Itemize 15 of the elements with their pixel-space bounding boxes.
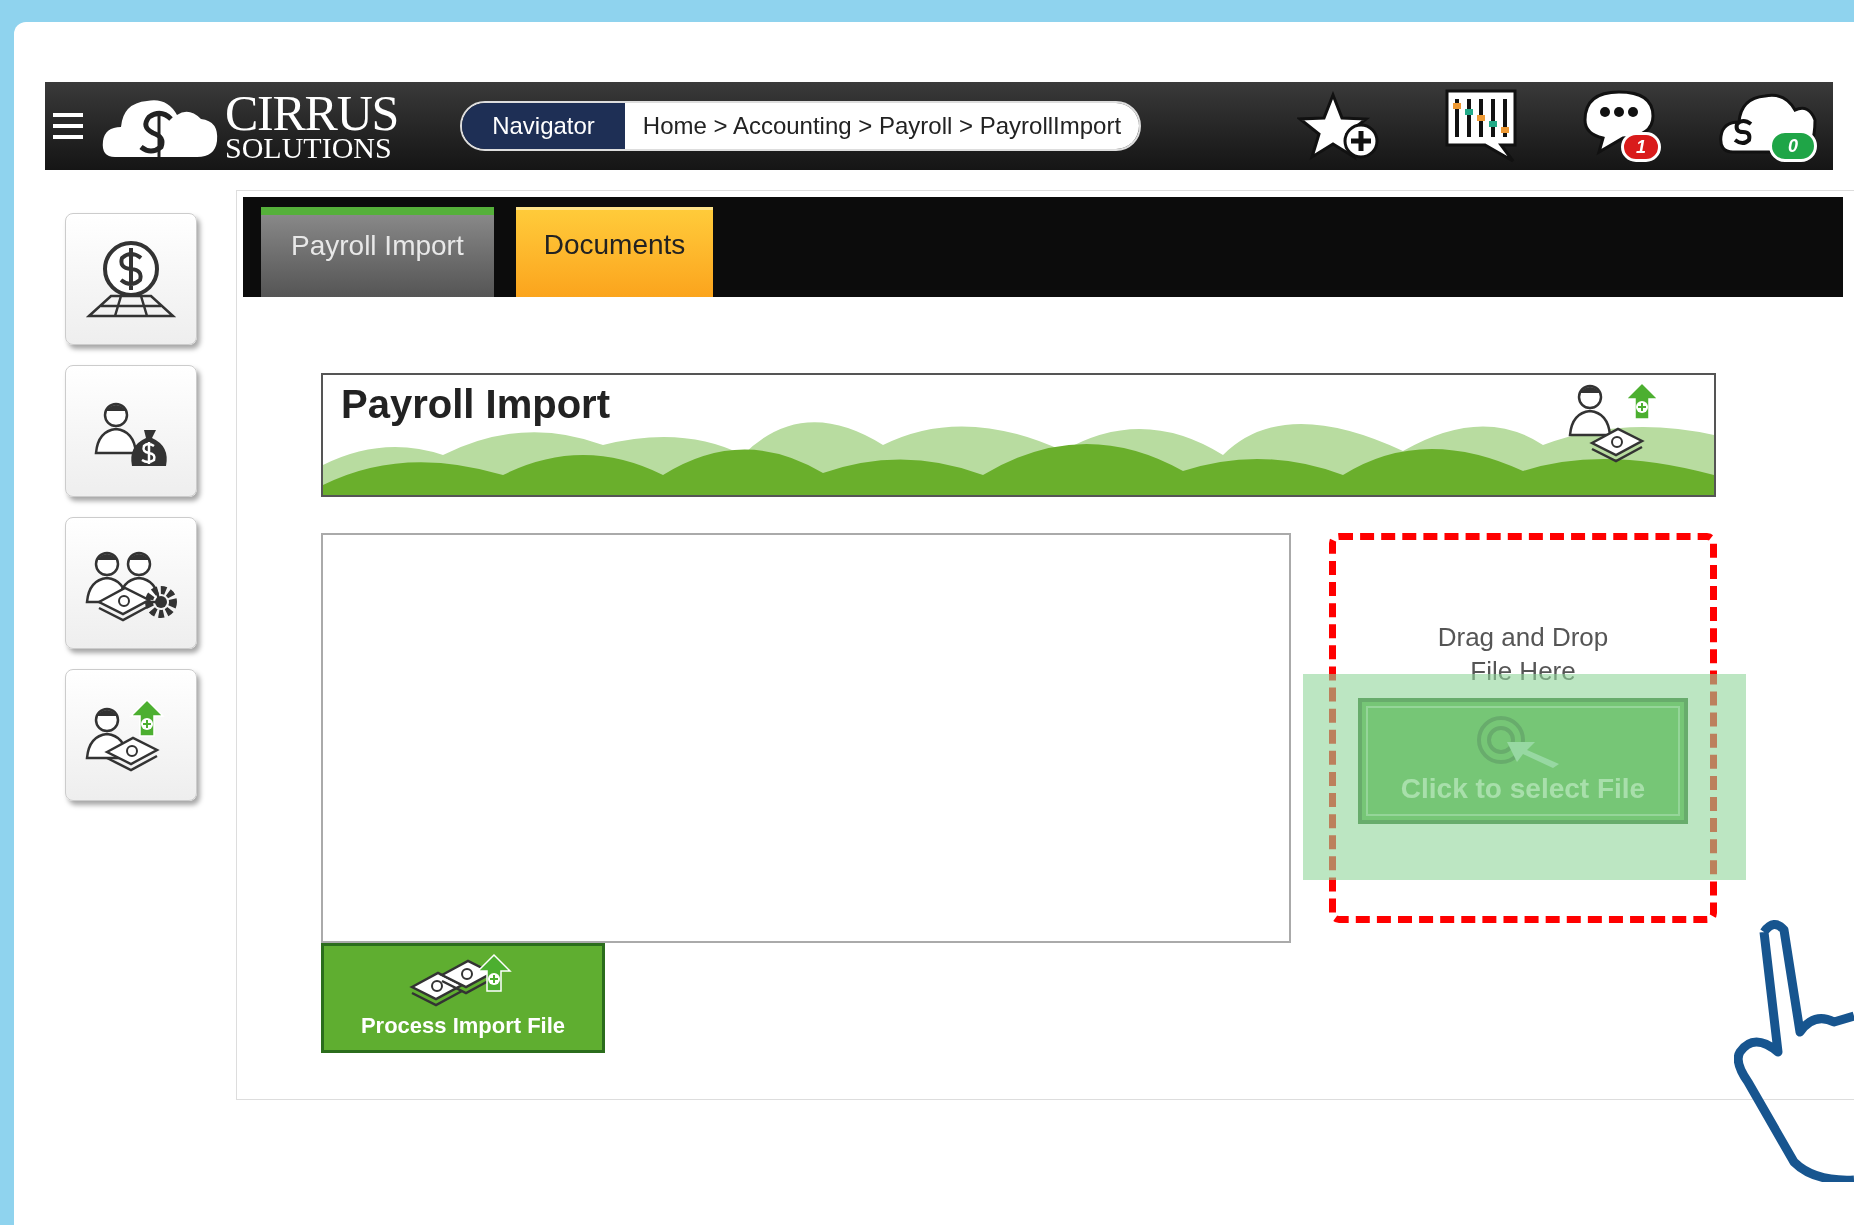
logo-subtext: SOLUTIONS xyxy=(225,135,393,161)
sidebar-button[interactable] xyxy=(65,213,197,345)
navigator-button[interactable]: Navigator xyxy=(462,103,625,149)
sidebar-button[interactable] xyxy=(65,365,197,497)
sidebar-button[interactable] xyxy=(65,669,197,801)
banner-title: Payroll Import xyxy=(341,381,610,427)
notification-badge: 1 xyxy=(1621,132,1661,162)
tab[interactable]: Payroll Import xyxy=(261,207,494,297)
drop-hint: Drag and Drop File Here xyxy=(1436,621,1610,688)
tab[interactable]: Documents xyxy=(515,207,714,297)
logo-text: CIRRUS xyxy=(225,91,399,135)
status-badge: 0 xyxy=(1769,130,1817,162)
process-import-button[interactable]: Process Import File xyxy=(321,943,605,1053)
sidebar-button[interactable] xyxy=(65,517,197,649)
breadcrumb: Home > Accounting > Payroll > PayrollImport xyxy=(624,103,1140,149)
